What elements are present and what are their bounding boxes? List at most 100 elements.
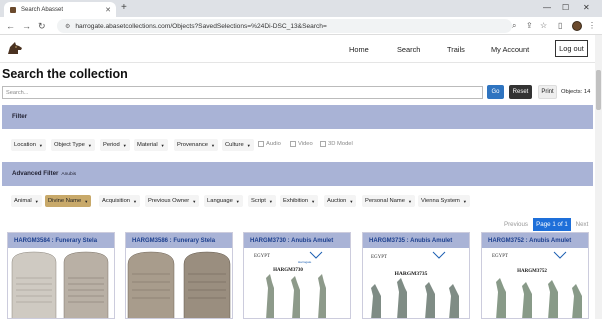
forward-icon[interactable]: → bbox=[22, 19, 31, 33]
museum-logo-text: EGYPT bbox=[254, 254, 270, 259]
maximize-icon[interactable]: ☐ bbox=[562, 3, 569, 13]
filter-material-dropdown[interactable]: Material ▼ bbox=[134, 139, 168, 151]
filter-location-dropdown[interactable]: Location ▼ bbox=[11, 139, 46, 151]
adv-divine-name-dropdown[interactable]: Divine Name ▼ bbox=[45, 195, 92, 207]
museum-logo-text: EGYPT bbox=[492, 254, 508, 259]
caret-down-icon: ▼ bbox=[133, 198, 138, 204]
caret-down-icon: ▼ bbox=[84, 198, 89, 204]
url-field[interactable]: ⚙ harrogate.abasetcollections.com/Object… bbox=[57, 19, 512, 33]
adv-personal-name-dropdown[interactable]: Personal Name ▼ bbox=[362, 195, 415, 207]
filter-header[interactable]: Filter bbox=[2, 105, 593, 129]
result-card[interactable]: HARGM3586 : Funerary Stela bbox=[125, 232, 233, 319]
print-button[interactable]: Print bbox=[538, 85, 557, 99]
advanced-filter-title: Advanced Filter bbox=[12, 170, 59, 177]
share-icon[interactable]: ⇪ bbox=[526, 20, 533, 32]
object-label-text: HARGM3735 bbox=[395, 271, 428, 277]
nav-search[interactable]: Search bbox=[397, 45, 420, 54]
card-title[interactable]: HARGM3735 : Anubis Amulet bbox=[363, 233, 469, 248]
result-card[interactable]: HARGM3735 : Anubis Amulet EGYPT HARGM373… bbox=[362, 232, 470, 319]
amulet-thumbnail[interactable]: EGYPT Harrogate HARGM3730 bbox=[244, 248, 351, 319]
adv-vienna-system-dropdown[interactable]: Vienna System ▼ bbox=[418, 195, 470, 207]
stela-thumbnail[interactable] bbox=[8, 248, 115, 319]
advanced-filter-header[interactable]: Advanced Filter Anubis bbox=[2, 162, 593, 186]
checkbox-box[interactable] bbox=[258, 141, 264, 147]
tab-close-icon[interactable]: ✕ bbox=[105, 6, 111, 14]
caret-down-icon: ▼ bbox=[38, 142, 43, 148]
objects-count: Objects: 14 bbox=[561, 89, 591, 95]
sidebar-icon[interactable]: ▯ bbox=[558, 20, 562, 32]
checkbox-label: Video bbox=[298, 141, 313, 147]
adv-script-dropdown[interactable]: Script ▼ bbox=[248, 195, 276, 207]
caret-down-icon: ▼ bbox=[246, 142, 251, 148]
new-tab-icon[interactable]: + bbox=[121, 2, 127, 14]
profile-avatar[interactable] bbox=[572, 21, 582, 31]
search-input[interactable]: Search... bbox=[2, 86, 483, 99]
adv-previous-owner-dropdown[interactable]: Previous Owner ▼ bbox=[145, 195, 200, 207]
amulet-thumbnail[interactable]: EGYPT HARGM3735 bbox=[363, 248, 470, 319]
filter-provenance-dropdown[interactable]: Provenance ▼ bbox=[174, 139, 218, 151]
caret-down-icon: ▼ bbox=[268, 198, 273, 204]
adv-animal-dropdown[interactable]: Animal ▼ bbox=[11, 195, 42, 207]
logout-button[interactable]: Log out bbox=[555, 40, 588, 57]
museum-logo-text: Harrogate bbox=[298, 260, 312, 264]
window-close-icon[interactable]: ✕ bbox=[583, 3, 590, 13]
dropdown-label: Auction bbox=[327, 198, 347, 204]
page-scrollbar-thumb[interactable] bbox=[596, 70, 601, 110]
card-title[interactable]: HARGM3586 : Funerary Stela bbox=[126, 233, 232, 248]
site-info-icon[interactable]: ⚙ bbox=[65, 23, 70, 30]
site-logo-icon[interactable] bbox=[6, 41, 24, 55]
pager-next[interactable]: Next bbox=[572, 218, 592, 231]
zoom-icon[interactable]: ⌕ bbox=[512, 20, 516, 32]
go-button[interactable]: Go bbox=[487, 85, 504, 99]
dropdown-label: Period bbox=[103, 142, 120, 148]
adv-exhibition-dropdown[interactable]: Exhibition ▼ bbox=[280, 195, 319, 207]
nav-trails[interactable]: Trails bbox=[447, 45, 465, 54]
result-card[interactable]: HARGM3584 : Funerary Stela bbox=[7, 232, 115, 319]
reload-icon[interactable]: ↻ bbox=[38, 19, 46, 33]
dropdown-label: Provenance bbox=[177, 142, 208, 148]
browser-menu-icon[interactable]: ⋮ bbox=[588, 20, 596, 32]
caret-down-icon: ▼ bbox=[122, 142, 127, 148]
card-title[interactable]: HARGM3730 : Anubis Amulet bbox=[244, 233, 350, 248]
adv-auction-dropdown[interactable]: Auction ▼ bbox=[324, 195, 357, 207]
advanced-filter-label: Advanced Filter Anubis bbox=[12, 170, 76, 177]
stela-thumbnail[interactable] bbox=[126, 248, 233, 319]
back-icon[interactable]: ← bbox=[6, 19, 15, 33]
dropdown-label: Object Type bbox=[54, 142, 85, 148]
nav-my-account[interactable]: My Account bbox=[491, 45, 529, 54]
3d-model-checkbox[interactable]: 3D Model bbox=[320, 141, 353, 147]
nav-home[interactable]: Home bbox=[349, 45, 369, 54]
advanced-filter-sub: Anubis bbox=[61, 172, 77, 177]
checkbox-box[interactable] bbox=[320, 141, 326, 147]
result-card[interactable]: HARGM3730 : Anubis Amulet EGYPT Harrogat… bbox=[243, 232, 351, 319]
amulet-thumbnail[interactable]: EGYPT HARGM3752 bbox=[482, 248, 589, 319]
dropdown-label: Previous Owner bbox=[148, 198, 190, 204]
card-title[interactable]: HARGM3752 : Anubis Amulet bbox=[482, 233, 588, 248]
caret-down-icon: ▼ bbox=[192, 198, 197, 204]
caret-down-icon: ▼ bbox=[407, 198, 412, 204]
reset-button[interactable]: Reset bbox=[509, 85, 532, 99]
checkbox-label: Audio bbox=[266, 141, 281, 147]
dropdown-label: Language bbox=[207, 198, 233, 204]
filter-label: Filter bbox=[12, 113, 28, 120]
filter-culture-dropdown[interactable]: Culture ▼ bbox=[222, 139, 254, 151]
browser-tab[interactable]: Search Abasset ✕ bbox=[4, 2, 116, 17]
caret-down-icon: ▼ bbox=[34, 198, 39, 204]
adv-acquisition-dropdown[interactable]: Acquisition ▼ bbox=[99, 195, 141, 207]
audio-checkbox[interactable]: Audio bbox=[258, 141, 281, 147]
checkbox-box[interactable] bbox=[290, 141, 296, 147]
dropdown-label: Vienna System bbox=[421, 198, 460, 204]
pager-previous[interactable]: Previous bbox=[502, 218, 530, 231]
filter-period-dropdown[interactable]: Period ▼ bbox=[100, 139, 130, 151]
video-checkbox[interactable]: Video bbox=[290, 141, 313, 147]
bookmark-star-icon[interactable]: ☆ bbox=[540, 20, 547, 32]
caret-down-icon: ▼ bbox=[462, 198, 467, 204]
result-card[interactable]: HARGM3752 : Anubis Amulet EGYPT HARGM375… bbox=[481, 232, 589, 319]
adv-language-dropdown[interactable]: Language ▼ bbox=[204, 195, 243, 207]
dropdown-label: Personal Name bbox=[365, 198, 405, 204]
minimize-icon[interactable]: — bbox=[543, 3, 551, 13]
dropdown-label: Exhibition bbox=[283, 198, 309, 204]
filter-object-type-dropdown[interactable]: Object Type ▼ bbox=[51, 139, 95, 151]
pager-current[interactable]: Page 1 of 1 bbox=[533, 218, 571, 231]
card-title[interactable]: HARGM3584 : Funerary Stela bbox=[8, 233, 114, 248]
